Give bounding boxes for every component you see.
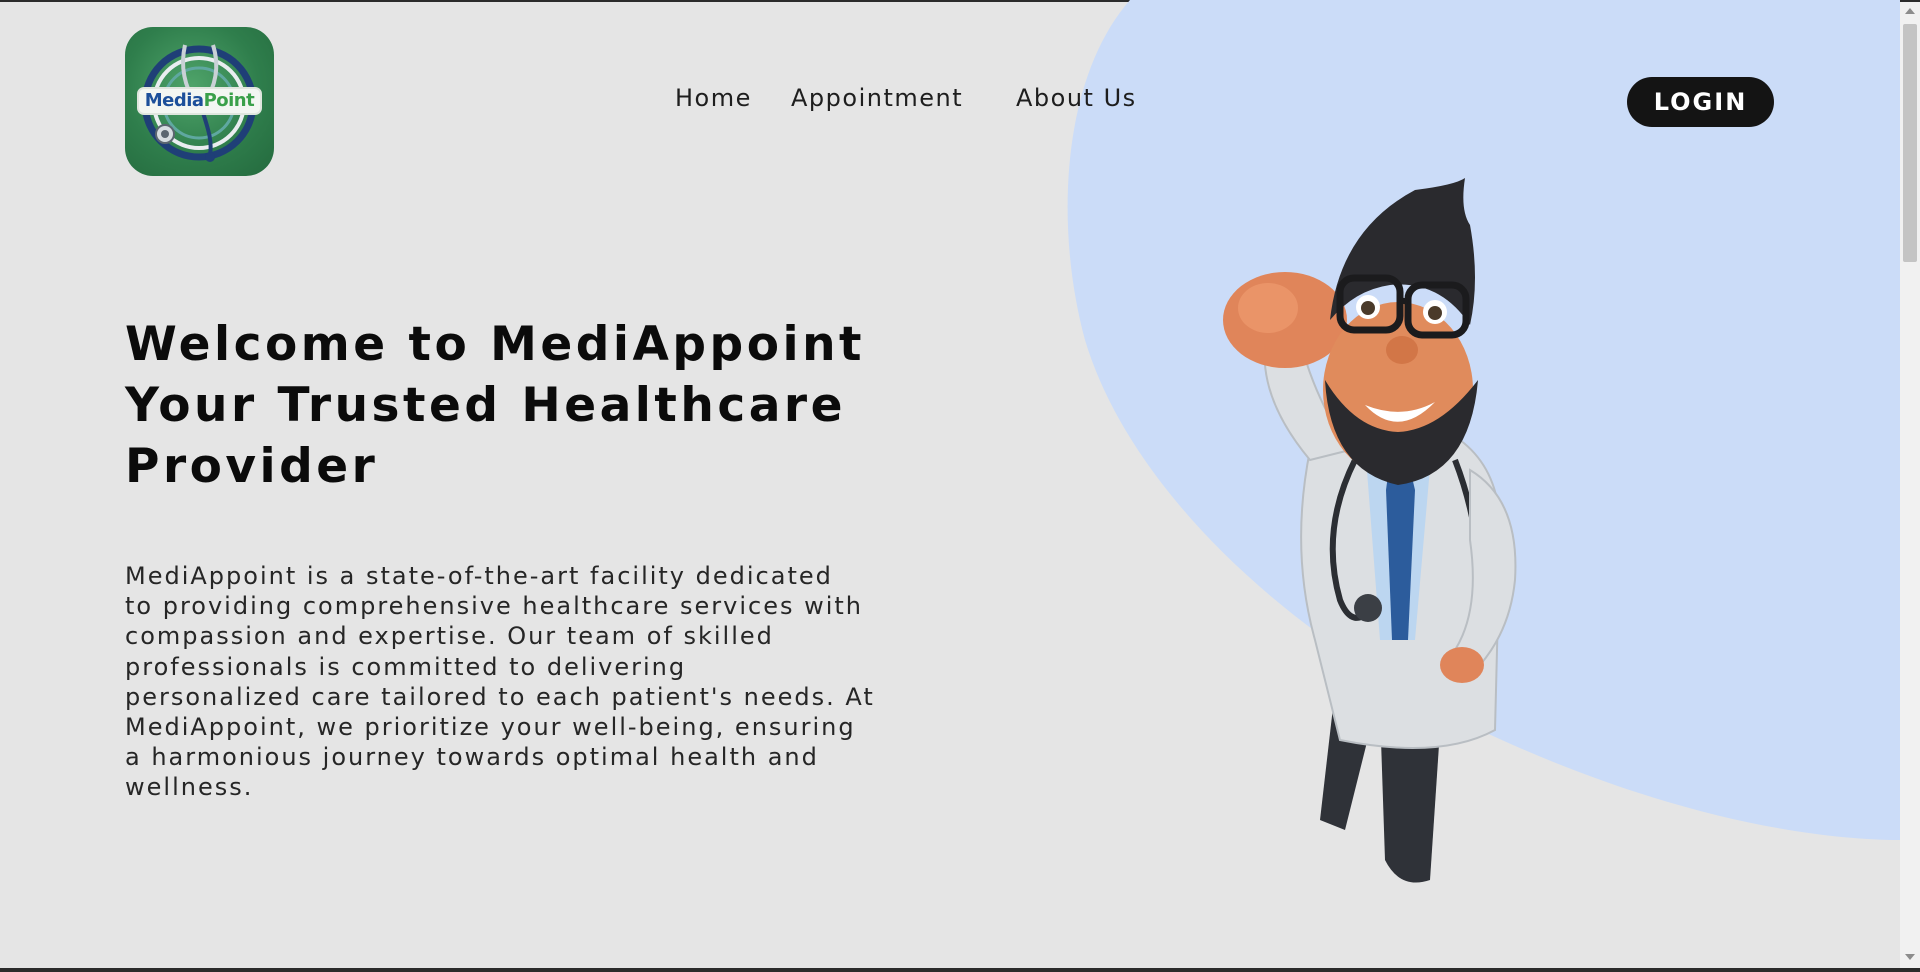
description-line: compassion and expertise. Our team of sk… bbox=[125, 622, 774, 651]
headline-line: Your Trusted Healthcare bbox=[125, 378, 846, 433]
scroll-up-icon[interactable] bbox=[1905, 8, 1915, 14]
hero-description: MediAppoint is a state-of-the-art facili… bbox=[125, 561, 925, 803]
nav-about-us-link[interactable]: About Us bbox=[1016, 84, 1137, 112]
headline-line: Welcome to MediAppoint bbox=[125, 317, 866, 372]
description-line: wellness. bbox=[125, 773, 254, 802]
description-line: MediAppoint is a state-of-the-art facili… bbox=[125, 562, 833, 590]
vertical-scrollbar[interactable] bbox=[1900, 2, 1920, 968]
description-line: to providing comprehensive healthcare se… bbox=[125, 592, 864, 621]
description-line: personalized care tailored to each patie… bbox=[125, 682, 875, 711]
scrollbar-thumb[interactable] bbox=[1903, 24, 1917, 262]
headline-line: Provider bbox=[125, 439, 379, 494]
nav-appointment-link[interactable]: Appointment bbox=[791, 84, 963, 112]
scroll-down-icon[interactable] bbox=[1905, 954, 1915, 960]
description-line: a harmonious journey towards optimal hea… bbox=[125, 743, 819, 772]
hero-headline: Welcome to MediAppoint Your Trusted Heal… bbox=[125, 314, 905, 497]
login-button[interactable]: LOGIN bbox=[1627, 77, 1774, 127]
mediappoint-logo[interactable]: MediaPoint bbox=[125, 27, 274, 176]
description-line: professionals is committed to delivering bbox=[125, 652, 687, 681]
description-line: MediAppoint, we prioritize your well-bei… bbox=[125, 713, 856, 742]
logo-wordmark: MediaPoint bbox=[137, 87, 262, 115]
nav-home-link[interactable]: Home bbox=[675, 84, 752, 112]
window-bottom-border bbox=[0, 968, 1920, 972]
cartoon-doctor-flying-icon bbox=[1223, 178, 1517, 883]
